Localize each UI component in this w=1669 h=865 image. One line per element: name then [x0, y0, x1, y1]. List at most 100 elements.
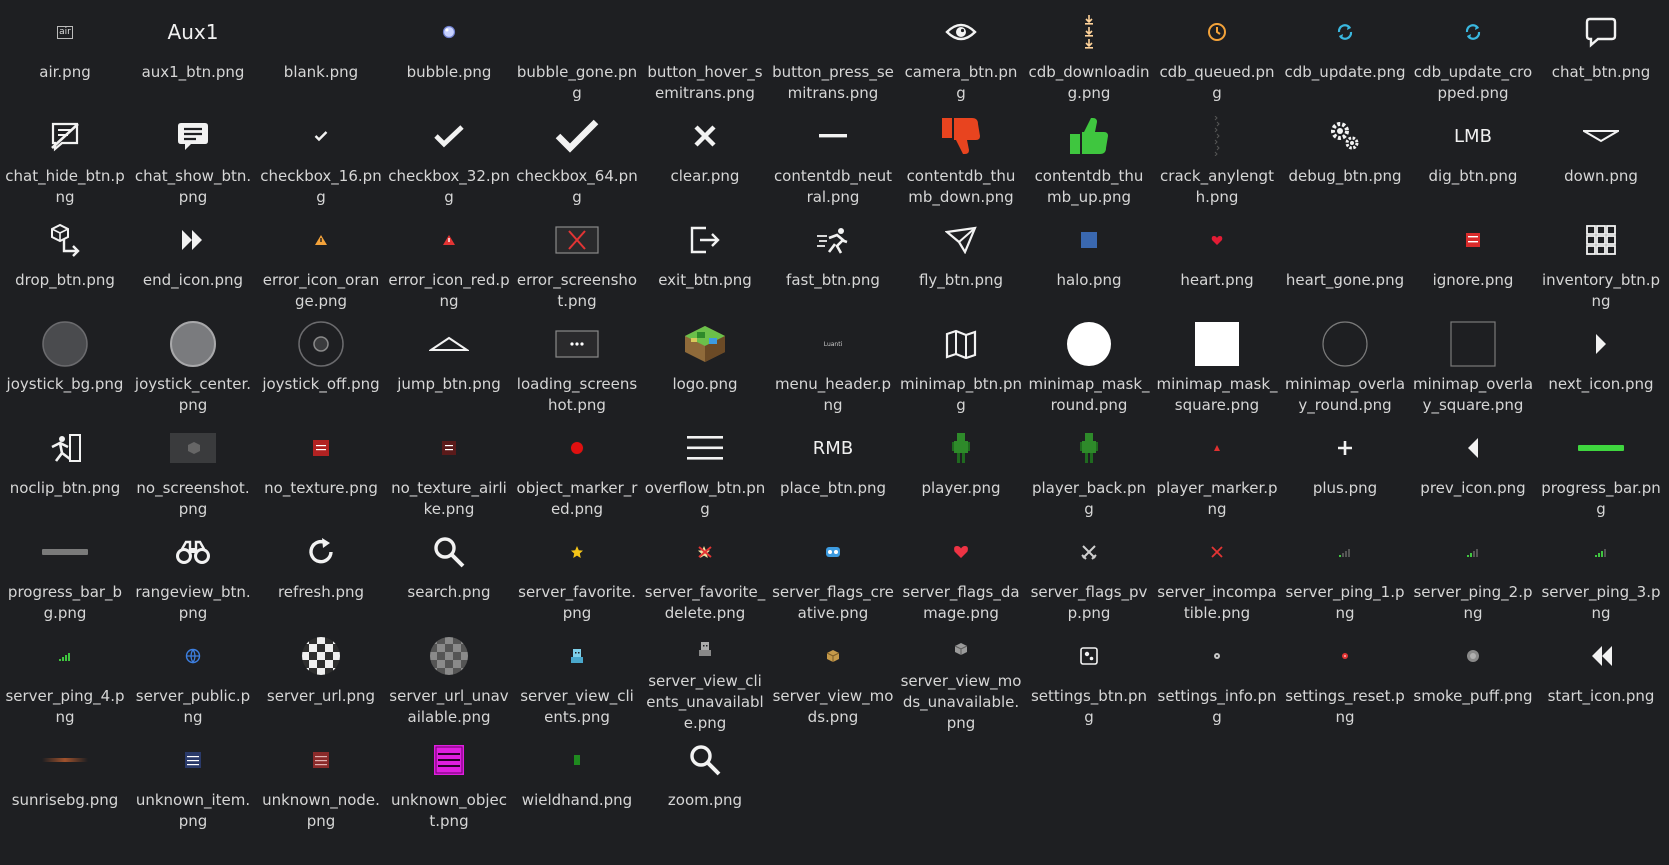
texture-tile-server-ping-1[interactable]: server_ping_1.png — [1281, 526, 1409, 630]
globe-icon — [133, 632, 253, 680]
texture-tile-server-view-mods-unavailable[interactable]: server_view_mods_unavailable.png — [897, 630, 1025, 734]
texture-tile-place-btn[interactable]: RMB place_btn.png — [769, 422, 897, 526]
texture-tile-server-ping-4[interactable]: server_ping_4.png — [1, 630, 129, 734]
texture-tile-no-screenshot[interactable]: no_screenshot.png — [129, 422, 257, 526]
texture-tile-server-flags-pvp[interactable]: server_flags_pvp.png — [1025, 526, 1153, 630]
texture-tile-settings-info[interactable]: settings_info.png — [1153, 630, 1281, 734]
check-l-icon — [517, 112, 637, 160]
texture-tile-jump-btn[interactable]: jump_btn.png — [385, 318, 513, 422]
texture-tile-checkbox-16[interactable]: checkbox_16.png — [257, 110, 385, 214]
texture-tile-exit-btn[interactable]: exit_btn.png — [641, 214, 769, 318]
texture-tile-fly-btn[interactable]: fly_btn.png — [897, 214, 1025, 318]
texture-tile-checkbox-64[interactable]: checkbox_64.png — [513, 110, 641, 214]
texture-tile-logo[interactable]: logo.png — [641, 318, 769, 422]
texture-tile-plus[interactable]: plus.png — [1281, 422, 1409, 526]
texture-tile-error-icon-red[interactable]: error_icon_red.png — [385, 214, 513, 318]
texture-tile-contentdb-thumb-down[interactable]: contentdb_thumb_down.png — [897, 110, 1025, 214]
texture-tile-minimap-mask-square[interactable]: minimap_mask_square.png — [1153, 318, 1281, 422]
texture-tile-blank[interactable]: blank.png — [257, 6, 385, 110]
texture-tile-player[interactable]: player.png — [897, 422, 1025, 526]
texture-tile-server-view-clients-unavailable[interactable]: server_view_clients_unavailable.png — [641, 630, 769, 734]
texture-tile-contentdb-neutral[interactable]: contentdb_neutral.png — [769, 110, 897, 214]
texture-tile-checkbox-32[interactable]: checkbox_32.png — [385, 110, 513, 214]
texture-tile-fast-btn[interactable]: fast_btn.png — [769, 214, 897, 318]
texture-tile-rangeview-btn[interactable]: rangeview_btn.png — [129, 526, 257, 630]
texture-tile-bubble[interactable]: bubble.png — [385, 6, 513, 110]
texture-tile-error-icon-orange[interactable]: error_icon_orange.png — [257, 214, 385, 318]
texture-tile-button-hover-semitrans[interactable]: button_hover_semitrans.png — [641, 6, 769, 110]
texture-tile-inventory-btn[interactable]: inventory_btn.png — [1537, 214, 1665, 318]
texture-tile-server-url[interactable]: server_url.png — [257, 630, 385, 734]
texture-tile-player-marker[interactable]: player_marker.png — [1153, 422, 1281, 526]
texture-tile-server-favorite-delete[interactable]: server_favorite_delete.png — [641, 526, 769, 630]
texture-tile-halo[interactable]: halo.png — [1025, 214, 1153, 318]
texture-tile-air[interactable]: air air.png — [1, 6, 129, 110]
texture-tile-drop-btn[interactable]: drop_btn.png — [1, 214, 129, 318]
texture-tile-joystick-bg[interactable]: joystick_bg.png — [1, 318, 129, 422]
texture-tile-no-texture-airlike[interactable]: no_texture_airlike.png — [385, 422, 513, 526]
texture-tile-cdb-update[interactable]: cdb_update.png — [1281, 6, 1409, 110]
texture-tile-clear[interactable]: clear.png — [641, 110, 769, 214]
texture-tile-heart[interactable]: heart.png — [1153, 214, 1281, 318]
texture-tile-button-press-semitrans[interactable]: button_press_semitrans.png — [769, 6, 897, 110]
texture-tile-sunrisebg[interactable]: sunrisebg.png — [1, 734, 129, 842]
texture-tile-bubble-gone[interactable]: bubble_gone.png — [513, 6, 641, 110]
texture-tile-wieldhand[interactable]: wieldhand.png — [513, 734, 641, 842]
texture-tile-down[interactable]: down.png — [1537, 110, 1665, 214]
texture-tile-server-incompatible[interactable]: server_incompatible.png — [1153, 526, 1281, 630]
texture-tile-next-icon[interactable]: next_icon.png — [1537, 318, 1665, 422]
texture-tile-smoke-puff[interactable]: smoke_puff.png — [1409, 630, 1537, 734]
texture-tile-chat-show-btn[interactable]: chat_show_btn.png — [129, 110, 257, 214]
texture-tile-overflow-btn[interactable]: overflow_btn.png — [641, 422, 769, 526]
texture-tile-server-view-mods[interactable]: server_view_mods.png — [769, 630, 897, 734]
texture-tile-aux1-btn[interactable]: Aux1 aux1_btn.png — [129, 6, 257, 110]
texture-tile-error-screenshot[interactable]: error_screenshot.png — [513, 214, 641, 318]
texture-tile-progress-bar[interactable]: progress_bar.png — [1537, 422, 1665, 526]
texture-tile-joystick-center[interactable]: joystick_center.png — [129, 318, 257, 422]
texture-tile-loading-screenshot[interactable]: loading_screenshot.png — [513, 318, 641, 422]
texture-tile-server-favorite[interactable]: server_favorite.png — [513, 526, 641, 630]
texture-tile-chat-btn[interactable]: chat_btn.png — [1537, 6, 1665, 110]
texture-tile-minimap-overlay-square[interactable]: minimap_overlay_square.png — [1409, 318, 1537, 422]
texture-tile-cdb-downloading[interactable]: cdb_downloading.png — [1025, 6, 1153, 110]
texture-tile-contentdb-thumb-up[interactable]: contentdb_thumb_up.png — [1025, 110, 1153, 214]
texture-tile-heart-gone[interactable]: heart_gone.png — [1281, 214, 1409, 318]
texture-tile-start-icon[interactable]: start_icon.png — [1537, 630, 1665, 734]
texture-tile-minimap-btn[interactable]: minimap_btn.png — [897, 318, 1025, 422]
texture-tile-server-public[interactable]: server_public.png — [129, 630, 257, 734]
texture-tile-menu-header[interactable]: Luanti menu_header.png — [769, 318, 897, 422]
texture-tile-player-back[interactable]: player_back.png — [1025, 422, 1153, 526]
texture-tile-server-view-clients[interactable]: server_view_clients.png — [513, 630, 641, 734]
texture-tile-server-flags-damage[interactable]: server_flags_damage.png — [897, 526, 1025, 630]
texture-tile-crack-anylength[interactable]: crack_anylength.png — [1153, 110, 1281, 214]
texture-tile-unknown-item[interactable]: unknown_item.png — [129, 734, 257, 842]
texture-tile-unknown-object[interactable]: unknown_object.png — [385, 734, 513, 842]
texture-tile-noclip-btn[interactable]: noclip_btn.png — [1, 422, 129, 526]
texture-tile-server-ping-2[interactable]: server_ping_2.png — [1409, 526, 1537, 630]
texture-tile-ignore[interactable]: ignore.png — [1409, 214, 1537, 318]
texture-tile-settings-reset[interactable]: settings_reset.png — [1281, 630, 1409, 734]
texture-tile-server-ping-3[interactable]: server_ping_3.png — [1537, 526, 1665, 630]
texture-tile-zoom[interactable]: zoom.png — [641, 734, 769, 842]
texture-tile-chat-hide-btn[interactable]: chat_hide_btn.png — [1, 110, 129, 214]
texture-tile-cdb-update-cropped[interactable]: cdb_update_cropped.png — [1409, 6, 1537, 110]
texture-tile-joystick-off[interactable]: joystick_off.png — [257, 318, 385, 422]
texture-tile-settings-btn[interactable]: settings_btn.png — [1025, 630, 1153, 734]
texture-tile-camera-btn[interactable]: camera_btn.png — [897, 6, 1025, 110]
texture-tile-unknown-node[interactable]: unknown_node.png — [257, 734, 385, 842]
texture-tile-end-icon[interactable]: end_icon.png — [129, 214, 257, 318]
texture-tile-debug-btn[interactable]: debug_btn.png — [1281, 110, 1409, 214]
texture-tile-server-flags-creative[interactable]: server_flags_creative.png — [769, 526, 897, 630]
texture-tile-dig-btn[interactable]: LMB dig_btn.png — [1409, 110, 1537, 214]
texture-tile-prev-icon[interactable]: prev_icon.png — [1409, 422, 1537, 526]
texture-tile-no-texture[interactable]: no_texture.png — [257, 422, 385, 526]
texture-filename: server_url_unavailable.png — [389, 687, 509, 726]
texture-tile-object-marker-red[interactable]: object_marker_red.png — [513, 422, 641, 526]
texture-tile-cdb-queued[interactable]: cdb_queued.png — [1153, 6, 1281, 110]
texture-tile-refresh[interactable]: refresh.png — [257, 526, 385, 630]
texture-tile-minimap-overlay-round[interactable]: minimap_overlay_round.png — [1281, 318, 1409, 422]
texture-tile-server-url-unavailable[interactable]: server_url_unavailable.png — [385, 630, 513, 734]
texture-tile-search[interactable]: search.png — [385, 526, 513, 630]
texture-tile-progress-bar-bg[interactable]: progress_bar_bg.png — [1, 526, 129, 630]
texture-tile-minimap-mask-round[interactable]: minimap_mask_round.png — [1025, 318, 1153, 422]
